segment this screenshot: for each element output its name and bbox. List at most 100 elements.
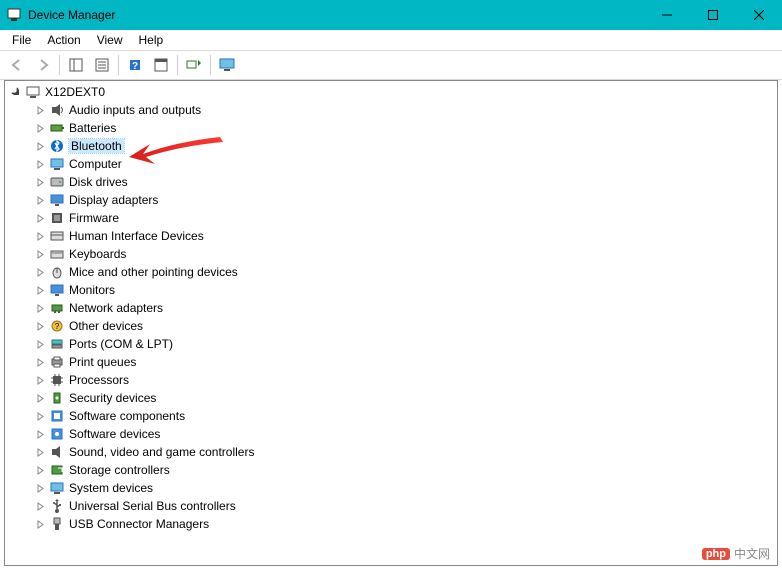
tree-node-hid[interactable]: Human Interface Devices [5, 227, 777, 245]
tree-node-label: Mice and other pointing devices [69, 265, 238, 279]
expand-icon[interactable] [33, 283, 47, 297]
tree-node-display[interactable]: Display adapters [5, 191, 777, 209]
expand-icon[interactable] [9, 85, 23, 99]
toolbar: ? [0, 51, 782, 80]
action-pane-button[interactable] [148, 53, 174, 77]
expand-icon[interactable] [33, 247, 47, 261]
menu-file[interactable]: File [4, 31, 39, 49]
tree-node-printq[interactable]: Print queues [5, 353, 777, 371]
tree-node-audio[interactable]: Audio inputs and outputs [5, 101, 777, 119]
firmware-icon [49, 210, 65, 226]
monitors-icon [49, 282, 65, 298]
tree-node-swdev[interactable]: Software devices [5, 425, 777, 443]
expand-icon[interactable] [33, 265, 47, 279]
maximize-button[interactable] [690, 0, 736, 30]
mice-icon [49, 264, 65, 280]
tree-node-computer[interactable]: Computer [5, 155, 777, 173]
security-icon [49, 390, 65, 406]
properties-button[interactable] [89, 53, 115, 77]
expand-icon[interactable] [33, 499, 47, 513]
tree-node-storage[interactable]: Storage controllers [5, 461, 777, 479]
tree-node-label: Security devices [69, 391, 156, 405]
expand-icon[interactable] [33, 337, 47, 351]
expand-icon[interactable] [33, 373, 47, 387]
menu-view[interactable]: View [89, 31, 131, 49]
tree-node-bluetooth[interactable]: Bluetooth [5, 137, 777, 155]
expand-icon[interactable] [33, 463, 47, 477]
expand-icon[interactable] [33, 229, 47, 243]
menu-help[interactable]: Help [131, 31, 172, 49]
tree-root[interactable]: X12DEXT0 [5, 83, 777, 101]
tree-node-security[interactable]: Security devices [5, 389, 777, 407]
keyboards-icon [49, 246, 65, 262]
tree-node-processors[interactable]: Processors [5, 371, 777, 389]
tree-node-sound[interactable]: Sound, video and game controllers [5, 443, 777, 461]
tree-node-label: Software devices [69, 427, 160, 441]
expand-icon[interactable] [33, 445, 47, 459]
menu-action[interactable]: Action [39, 31, 88, 49]
monitor-button[interactable] [214, 53, 240, 77]
tree-node-keyboards[interactable]: Keyboards [5, 245, 777, 263]
tree-node-label: Network adapters [69, 301, 163, 315]
computer-root-icon [25, 84, 41, 100]
separator [177, 55, 178, 75]
close-button[interactable] [736, 0, 782, 30]
other-icon: ? [49, 318, 65, 334]
app-icon [6, 7, 22, 23]
expand-icon[interactable] [33, 517, 47, 531]
tree-node-swcomp[interactable]: Software components [5, 407, 777, 425]
tree-node-label: Print queues [69, 355, 136, 369]
expand-icon[interactable] [33, 427, 47, 441]
expand-icon[interactable] [33, 409, 47, 423]
watermark-text: 中文网 [734, 545, 770, 562]
scan-hardware-button[interactable] [181, 53, 207, 77]
separator [59, 55, 60, 75]
tree-node-label: Disk drives [69, 175, 128, 189]
back-button[interactable] [4, 53, 30, 77]
show-hide-tree-button[interactable] [63, 53, 89, 77]
tree-node-ports[interactable]: Ports (COM & LPT) [5, 335, 777, 353]
tree-node-batteries[interactable]: Batteries [5, 119, 777, 137]
expand-icon[interactable] [33, 211, 47, 225]
separator [118, 55, 119, 75]
expand-icon[interactable] [33, 355, 47, 369]
watermark: php 中文网 [696, 543, 776, 564]
tree-node-network[interactable]: Network adapters [5, 299, 777, 317]
tree-node-other[interactable]: ?Other devices [5, 317, 777, 335]
minimize-button[interactable] [644, 0, 690, 30]
tree-node-firmware[interactable]: Firmware [5, 209, 777, 227]
expand-icon[interactable] [33, 193, 47, 207]
tree-node-usbconn[interactable]: USB Connector Managers [5, 515, 777, 533]
printq-icon [49, 354, 65, 370]
svg-text:?: ? [55, 322, 60, 331]
tree-node-disk[interactable]: Disk drives [5, 173, 777, 191]
expand-icon[interactable] [33, 139, 47, 153]
expand-icon[interactable] [33, 175, 47, 189]
expand-icon[interactable] [33, 301, 47, 315]
expand-icon[interactable] [33, 391, 47, 405]
expand-icon[interactable] [33, 103, 47, 117]
expand-icon[interactable] [33, 121, 47, 135]
tree-node-label: Storage controllers [69, 463, 170, 477]
forward-button[interactable] [30, 53, 56, 77]
system-icon [49, 480, 65, 496]
device-tree[interactable]: X12DEXT0 Audio inputs and outputsBatteri… [4, 80, 778, 566]
expand-icon[interactable] [33, 481, 47, 495]
tree-node-label: Bluetooth [69, 139, 124, 153]
tree-node-mice[interactable]: Mice and other pointing devices [5, 263, 777, 281]
tree-node-monitors[interactable]: Monitors [5, 281, 777, 299]
tree-node-label: Computer [69, 157, 122, 171]
bluetooth-icon [49, 138, 65, 154]
expand-icon[interactable] [33, 157, 47, 171]
tree-node-label: USB Connector Managers [69, 517, 209, 531]
tree-node-system[interactable]: System devices [5, 479, 777, 497]
hid-icon [49, 228, 65, 244]
help-button[interactable]: ? [122, 53, 148, 77]
expand-icon[interactable] [33, 319, 47, 333]
audio-icon [49, 102, 65, 118]
title-bar: Device Manager [0, 0, 782, 30]
swdev-icon [49, 426, 65, 442]
tree-node-usb[interactable]: Universal Serial Bus controllers [5, 497, 777, 515]
tree-node-label: Ports (COM & LPT) [69, 337, 173, 351]
sound-icon [49, 444, 65, 460]
